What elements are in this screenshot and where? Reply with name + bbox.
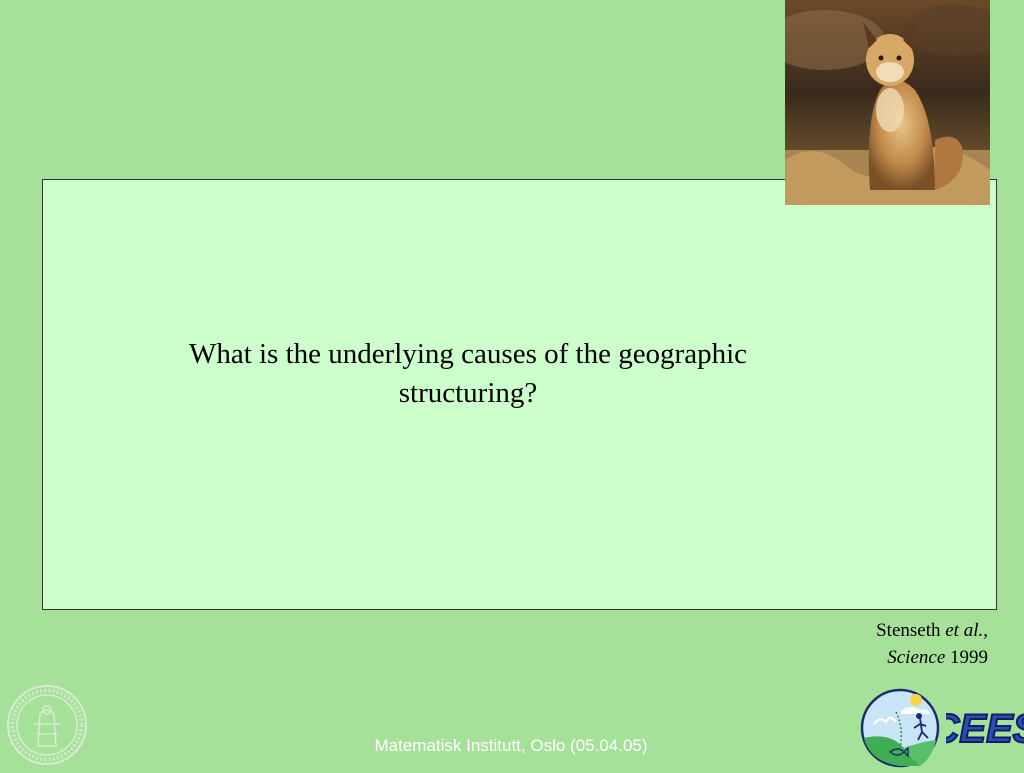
cees-logo-text: CEES	[930, 698, 1024, 752]
citation: Stenseth et al., Science 1999	[876, 617, 988, 671]
citation-line-2: Science 1999	[876, 644, 988, 671]
lynx-photo-image	[785, 0, 990, 205]
footer-text: Matematisk Institutt, Oslo (05.04.05)	[374, 736, 648, 755]
citation-author: Stenseth	[876, 620, 941, 641]
cees-logo-icon	[860, 688, 940, 768]
question-textbox: What is the underlying causes of the geo…	[42, 179, 997, 610]
slide-question: What is the underlying causes of the geo…	[188, 338, 748, 409]
citation-year: 1999	[950, 647, 988, 668]
citation-comma: ,	[983, 620, 988, 641]
cees-logo-label: CEES	[946, 707, 1024, 751]
citation-line-1: Stenseth et al.,	[876, 617, 988, 644]
lynx-photo	[785, 0, 990, 205]
citation-etal: et al.	[945, 620, 984, 641]
citation-journal: Science	[887, 647, 946, 668]
